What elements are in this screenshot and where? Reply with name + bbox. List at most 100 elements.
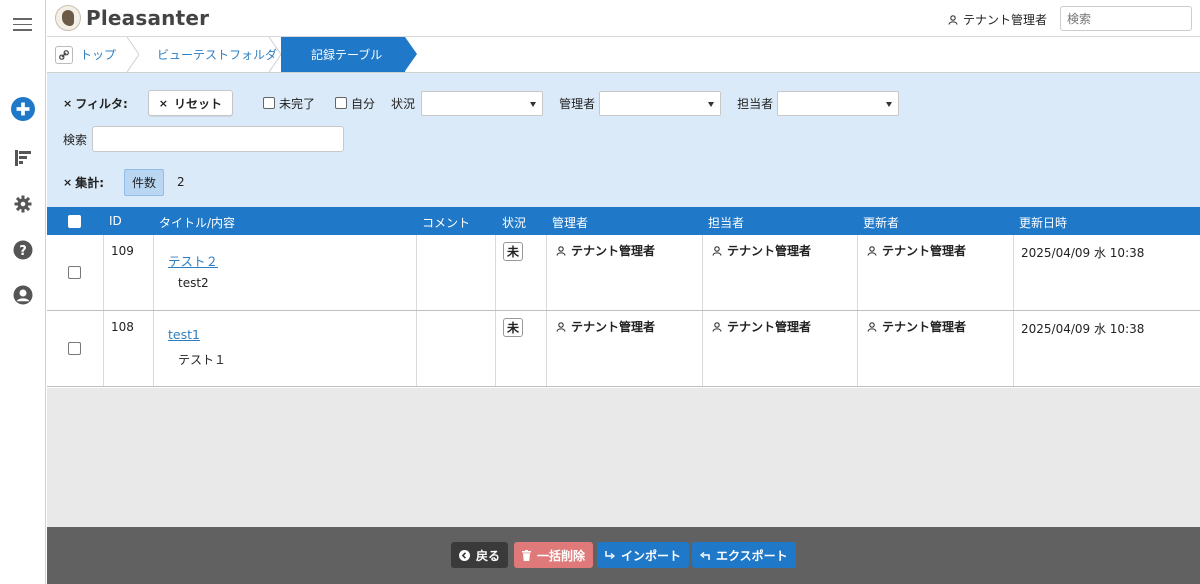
- owner-select[interactable]: [777, 90, 900, 116]
- row-manager-name: テナント管理者: [571, 244, 656, 258]
- user-icon: [948, 14, 958, 25]
- import-icon: [605, 550, 615, 559]
- filter-label: フィルタ:: [75, 96, 128, 111]
- row-title-link[interactable]: test1: [168, 327, 200, 342]
- reset-label: リセット: [174, 96, 223, 111]
- row-updated: 2025/04/09 水 10:38: [1021, 246, 1145, 260]
- account-icon[interactable]: [11, 283, 35, 307]
- row-updated: 2025/04/09 水 10:38: [1021, 322, 1145, 336]
- gear-icon[interactable]: [11, 192, 35, 216]
- status-badge: 未: [503, 242, 523, 261]
- row-updater: テナント管理者: [867, 242, 966, 259]
- row-updater: テナント管理者: [867, 318, 966, 335]
- status-filter-label: 状況: [391, 96, 416, 111]
- select-all-checkbox[interactable]: [68, 215, 81, 228]
- row-owner-name: テナント管理者: [727, 320, 812, 334]
- add-icon[interactable]: [11, 97, 35, 121]
- import-label: インポート: [621, 548, 682, 563]
- breadcrumb-folder[interactable]: ビューテストフォルダ: [157, 37, 277, 72]
- incomplete-label: 未完了: [279, 96, 316, 111]
- user-icon: [712, 321, 722, 332]
- col-owner[interactable]: 担当者: [708, 214, 744, 231]
- row-owner: テナント管理者: [712, 318, 811, 335]
- link-icon: [55, 45, 73, 64]
- reset-x-icon: ×: [158, 96, 168, 110]
- breadcrumb-separator: [269, 37, 281, 72]
- back-icon: [459, 549, 470, 561]
- incomplete-checkbox[interactable]: [263, 97, 276, 109]
- status-badge: 未: [503, 318, 523, 337]
- aggregate-label: 集計:: [75, 175, 105, 190]
- user-icon: [556, 245, 566, 256]
- breadcrumb: トップ ビューテストフォルダ 記録テーブル: [47, 37, 1200, 73]
- export-label: エクスポート: [716, 548, 788, 563]
- row-manager: テナント管理者: [556, 242, 655, 259]
- svg-text:?: ?: [19, 244, 27, 259]
- bulk-delete-button[interactable]: 一括削除: [514, 542, 594, 568]
- filter-panel: × フィルタ: × リセット 未完了 自分 状況 管理者 担当者 検索 × 集計…: [47, 73, 1200, 207]
- breadcrumb-current-label: 記録テーブル: [311, 48, 383, 62]
- header-search-input[interactable]: [1060, 6, 1192, 31]
- table-header: ID タイトル/内容 コメント 状況 管理者 担当者 更新者 更新日時: [47, 207, 1200, 235]
- row-body: test2: [178, 276, 209, 290]
- logo-mark-icon: [55, 5, 81, 31]
- status-select[interactable]: [421, 90, 544, 116]
- table-row[interactable]: 108 test1 テスト１ 未 テナント管理者 テナント管理者 テナント管理者…: [47, 311, 1200, 387]
- col-updated[interactable]: 更新日時: [1019, 214, 1067, 231]
- col-comment[interactable]: コメント: [422, 214, 470, 231]
- help-icon[interactable]: ?: [11, 238, 35, 262]
- manager-filter-label: 管理者: [559, 96, 596, 111]
- col-updater[interactable]: 更新者: [863, 214, 899, 231]
- table-row[interactable]: 109 テスト２ test2 未 テナント管理者 テナント管理者 テナント管理者…: [47, 235, 1200, 311]
- breadcrumb-top[interactable]: トップ: [55, 37, 116, 72]
- row-updater-name: テナント管理者: [882, 320, 967, 334]
- breadcrumb-folder-label: ビューテストフォルダ: [157, 48, 278, 62]
- records-table: ID タイトル/内容 コメント 状況 管理者 担当者 更新者 更新日時 109 …: [47, 207, 1200, 387]
- count-value: 2: [177, 175, 185, 189]
- col-status[interactable]: 状況: [502, 214, 526, 231]
- sort-icon[interactable]: [11, 146, 35, 170]
- col-manager[interactable]: 管理者: [552, 214, 588, 231]
- back-button[interactable]: 戻る: [451, 542, 509, 568]
- search-filter-label: 検索: [63, 132, 88, 147]
- user-icon: [867, 245, 877, 256]
- reset-button[interactable]: × リセット: [147, 90, 234, 116]
- row-updater-name: テナント管理者: [882, 244, 967, 258]
- row-id: 109: [111, 244, 134, 258]
- logo[interactable]: Pleasanter: [55, 5, 209, 31]
- row-title-link[interactable]: テスト２: [168, 251, 218, 270]
- breadcrumb-top-label: トップ: [80, 48, 117, 62]
- menu-icon[interactable]: [13, 18, 32, 35]
- count-pill[interactable]: 件数: [124, 168, 165, 196]
- row-checkbox[interactable]: [68, 342, 81, 355]
- breadcrumb-separator: [127, 37, 139, 72]
- import-button[interactable]: インポート: [597, 542, 690, 568]
- user-icon: [867, 321, 877, 332]
- user-icon: [556, 321, 566, 332]
- mine-checkbox[interactable]: [335, 97, 348, 109]
- header: Pleasanter テナント管理者: [47, 0, 1200, 37]
- export-button[interactable]: エクスポート: [692, 542, 796, 568]
- user-name: テナント管理者: [962, 13, 1047, 27]
- col-title[interactable]: タイトル/内容: [159, 214, 235, 231]
- row-body: テスト１: [178, 353, 227, 367]
- owner-filter-label: 担当者: [737, 96, 774, 111]
- col-id[interactable]: ID: [109, 214, 122, 228]
- search-filter-input[interactable]: [92, 126, 345, 152]
- row-owner: テナント管理者: [712, 242, 811, 259]
- mine-label: 自分: [351, 96, 376, 111]
- row-manager-name: テナント管理者: [571, 320, 656, 334]
- footer-toolbar: 戻る 一括削除 インポート エクスポート: [47, 527, 1200, 584]
- user-menu[interactable]: テナント管理者: [948, 11, 1047, 28]
- row-checkbox[interactable]: [68, 266, 81, 279]
- aggregate-collapse-icon[interactable]: ×: [63, 176, 72, 189]
- back-label: 戻る: [476, 548, 501, 563]
- row-id: 108: [111, 320, 134, 334]
- manager-select[interactable]: [599, 90, 722, 116]
- empty-area: [47, 388, 1200, 527]
- logo-text: Pleasanter: [86, 6, 210, 30]
- user-icon: [712, 245, 722, 256]
- row-manager: テナント管理者: [556, 318, 655, 335]
- breadcrumb-current[interactable]: 記録テーブル: [281, 37, 417, 72]
- filter-collapse-icon[interactable]: ×: [63, 97, 72, 110]
